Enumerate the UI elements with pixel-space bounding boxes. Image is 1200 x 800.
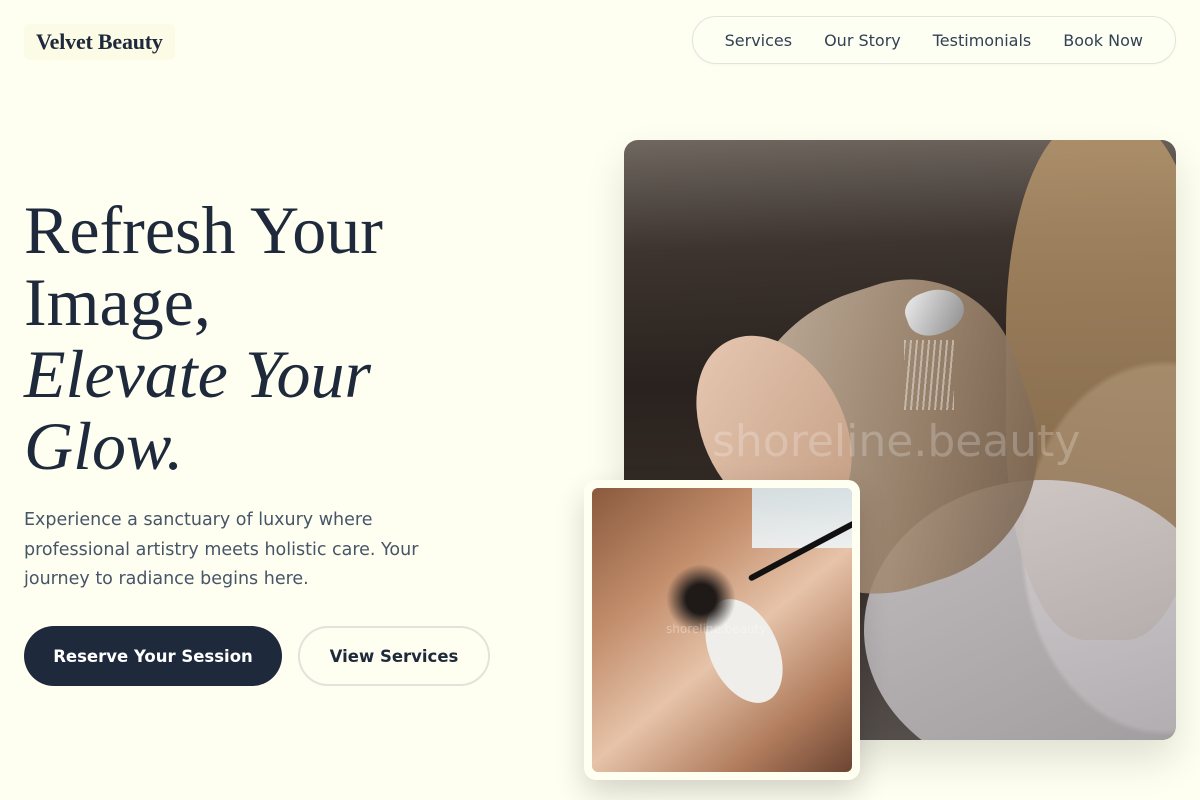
nav-item-services[interactable]: Services bbox=[709, 31, 808, 50]
headline-line-2: Image, bbox=[24, 264, 211, 340]
reserve-session-button[interactable]: Reserve Your Session bbox=[24, 626, 282, 686]
view-services-label: View Services bbox=[329, 646, 459, 666]
hero-headline: Refresh Your Image, Elevate Your Glow. bbox=[24, 194, 544, 482]
headline-line-1: Refresh Your bbox=[24, 192, 383, 268]
main-nav: Services Our Story Testimonials Book Now bbox=[691, 16, 1176, 64]
nav-item-our-story[interactable]: Our Story bbox=[808, 31, 917, 50]
hero-description: Experience a sanctuary of luxury where p… bbox=[24, 510, 419, 589]
photo-detail-water bbox=[904, 340, 954, 410]
lash-extension-photo-card: shoreline.beauty bbox=[584, 480, 860, 780]
photo-detail-glove bbox=[752, 488, 852, 548]
view-services-button[interactable]: View Services bbox=[298, 626, 490, 686]
nav-item-book-now[interactable]: Book Now bbox=[1047, 31, 1159, 50]
main-photo-watermark: shoreline.beauty bbox=[712, 416, 1081, 467]
brand-logo[interactable]: Velvet Beauty bbox=[24, 24, 175, 60]
reserve-session-label: Reserve Your Session bbox=[53, 646, 253, 666]
headline-line-4: Glow. bbox=[24, 408, 184, 484]
headline-line-3: Elevate Your bbox=[24, 336, 371, 412]
nav-item-testimonials[interactable]: Testimonials bbox=[917, 31, 1048, 50]
lash-extension-photo: shoreline.beauty bbox=[592, 488, 852, 772]
small-photo-watermark: shoreline.beauty bbox=[666, 622, 767, 636]
brand-name: Velvet Beauty bbox=[36, 29, 163, 54]
